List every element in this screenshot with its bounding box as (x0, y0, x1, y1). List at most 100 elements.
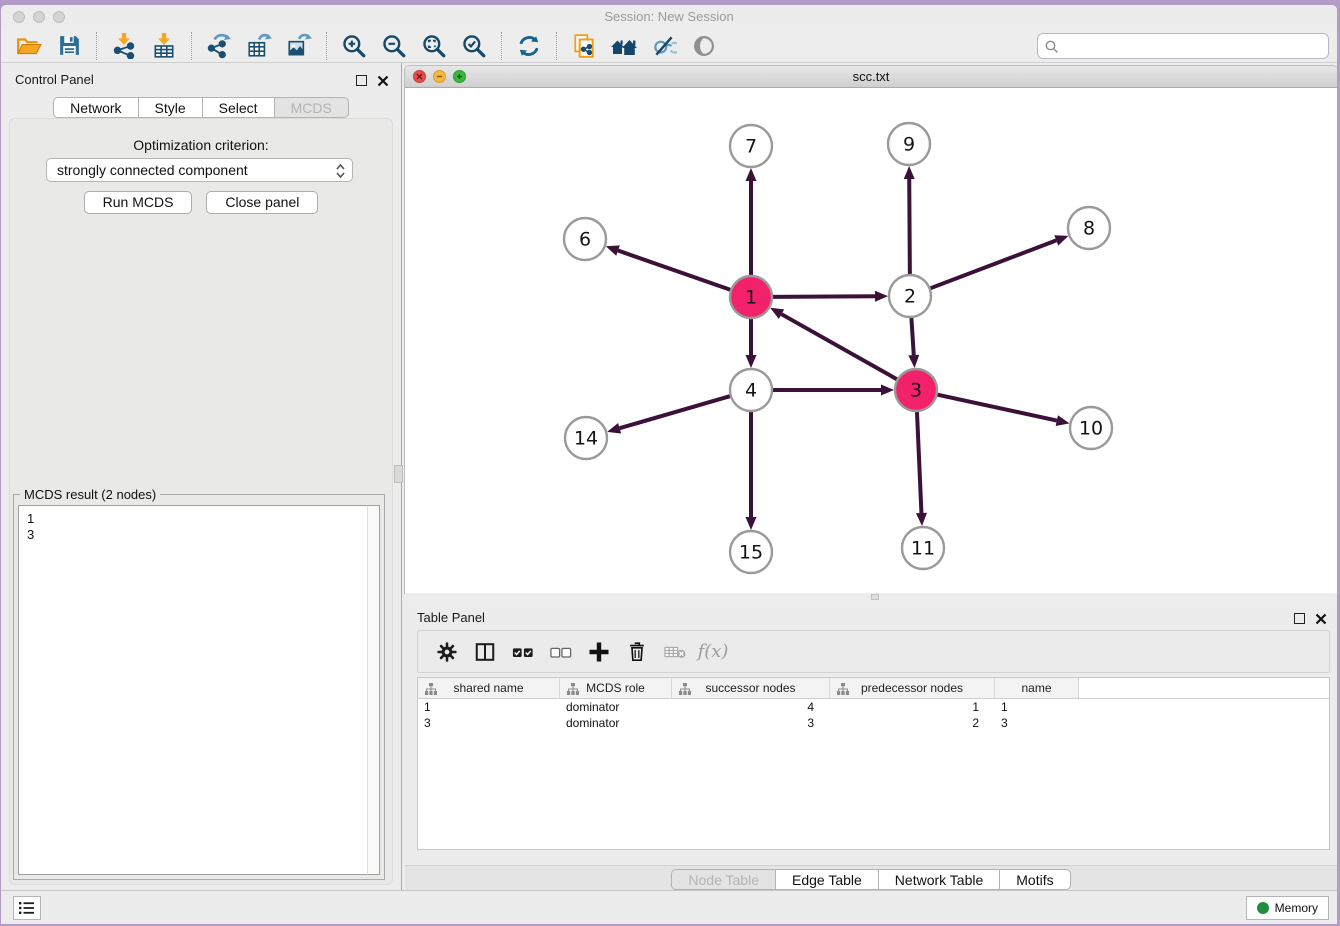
task-history-button[interactable] (13, 896, 41, 920)
graph-node-label: 11 (911, 538, 935, 560)
graph-node-label: 9 (903, 134, 915, 156)
graph-edge-1-6[interactable] (618, 251, 730, 290)
tab-network-table[interactable]: Network Table (879, 869, 1000, 890)
network-canvas[interactable]: 7968124314101511 (405, 88, 1337, 593)
mcds-result-fieldset: MCDS result (2 nodes) 1 3 (13, 494, 385, 880)
open-session-icon[interactable] (14, 31, 44, 61)
export-table-icon[interactable] (244, 31, 274, 61)
deselect-all-icon[interactable] (544, 635, 578, 669)
network-graph[interactable]: 7968124314101511 (405, 88, 1337, 593)
table-header: shared name MCDS role successor nodes pr… (418, 678, 1329, 699)
graph-edge-arrow (908, 355, 919, 368)
toolbar-separator (326, 32, 327, 60)
tab-mcds[interactable]: MCDS (275, 97, 349, 118)
mcds-result-text[interactable]: 1 3 (18, 505, 380, 875)
memory-label: Memory (1275, 901, 1318, 915)
table-row[interactable]: 3 dominator 3 2 3 (418, 715, 1329, 731)
column-header-name[interactable]: name (995, 678, 1079, 698)
zoom-out-icon[interactable] (379, 31, 409, 61)
copy-network-icon[interactable] (569, 31, 599, 61)
graph-edge-4-14[interactable] (620, 396, 730, 428)
network-window-titlebar[interactable]: scc.txt (405, 66, 1337, 88)
graph-edge-arrow (916, 513, 927, 526)
column-header-successor-nodes[interactable]: successor nodes (672, 678, 830, 698)
gear-icon[interactable] (430, 635, 464, 669)
graph-node-label: 4 (745, 380, 757, 402)
close-panel-icon[interactable] (377, 75, 389, 87)
run-mcds-button[interactable]: Run MCDS (84, 191, 193, 214)
tab-network[interactable]: Network (53, 97, 138, 118)
graph-edge-arrow (606, 245, 620, 255)
graph-edge-2-8[interactable] (931, 240, 1057, 288)
horizontal-splitter[interactable] (405, 593, 1337, 601)
mcds-buttons: Run MCDS Close panel (9, 191, 393, 214)
fx-label: f(x) (698, 641, 729, 662)
graph-edge-3-1[interactable] (781, 314, 896, 379)
column-header-shared-name[interactable]: shared name (418, 678, 560, 698)
trash-icon[interactable] (620, 635, 654, 669)
search-input[interactable] (1064, 36, 1322, 56)
hide-glasses-icon[interactable] (649, 31, 679, 61)
criterion-select[interactable]: strongly connected component (46, 158, 353, 182)
import-network-icon[interactable] (109, 31, 139, 61)
import-table-icon[interactable] (149, 31, 179, 61)
control-panel: Control Panel Network Style Select MCDS … (1, 63, 401, 890)
graph-node-label: 3 (910, 380, 922, 402)
show-eye-icon[interactable] (689, 31, 719, 61)
save-session-icon[interactable] (54, 31, 84, 61)
graph-node-label: 8 (1083, 218, 1095, 240)
main-toolbar (1, 29, 1337, 63)
zoom-in-icon[interactable] (339, 31, 369, 61)
graph-node-label: 15 (739, 542, 763, 564)
graph-edge-1-2[interactable] (773, 296, 875, 297)
column-header-predecessor-nodes[interactable]: predecessor nodes (830, 678, 995, 698)
table-tabs: Node Table Edge Table Network Table Moti… (405, 865, 1337, 893)
list-icon (19, 901, 35, 915)
graph-edge-arrow (746, 517, 757, 530)
tab-select[interactable]: Select (203, 97, 275, 118)
home-icon[interactable] (609, 31, 639, 61)
tab-edge-table[interactable]: Edge Table (776, 869, 879, 890)
export-network-icon[interactable] (204, 31, 234, 61)
mcds-result-scrollbar[interactable] (367, 505, 380, 875)
graph-node-label: 10 (1079, 418, 1103, 440)
column-header-mcds-role[interactable]: MCDS role (560, 678, 672, 698)
splitter-grip[interactable] (394, 465, 403, 483)
toolbar-separator (191, 32, 192, 60)
tab-motifs[interactable]: Motifs (1000, 869, 1070, 890)
graph-node-label: 7 (745, 136, 757, 158)
memory-button[interactable]: Memory (1246, 896, 1329, 920)
add-icon[interactable] (582, 635, 616, 669)
export-image-icon[interactable] (284, 31, 314, 61)
close-panel-button[interactable]: Close panel (206, 191, 318, 214)
graph-edge-arrow (904, 166, 915, 179)
function-builder-icon[interactable]: f(x) (696, 635, 730, 669)
memory-status-icon (1257, 902, 1269, 914)
select-all-icon[interactable] (506, 635, 540, 669)
zoom-selected-icon[interactable] (459, 31, 489, 61)
float-panel-icon[interactable] (356, 75, 367, 86)
splitter-grip[interactable] (871, 594, 879, 600)
float-panel-icon[interactable] (1294, 613, 1305, 624)
mcds-panel: Optimization criterion: strongly connect… (9, 118, 393, 885)
graph-node-label: 14 (574, 428, 598, 450)
tab-style[interactable]: Style (139, 97, 203, 118)
status-bar: Memory (1, 890, 1337, 924)
mcds-result-title: MCDS result (2 nodes) (20, 487, 160, 502)
graph-edge-3-11[interactable] (917, 412, 921, 513)
table-row[interactable]: 1 dominator 4 1 1 (418, 699, 1329, 715)
criterion-value: strongly connected component (57, 162, 248, 178)
graph-edge-3-10[interactable] (937, 395, 1056, 421)
graph-edge-2-9[interactable] (909, 179, 910, 274)
table-panel: Table Panel (405, 601, 1337, 890)
app-window: Session: New Session (1, 5, 1337, 924)
table-toolbar: f(x) (417, 630, 1330, 673)
graph-edge-2-3[interactable] (911, 318, 913, 355)
delete-table-icon[interactable] (658, 635, 692, 669)
zoom-fit-icon[interactable] (419, 31, 449, 61)
close-panel-icon[interactable] (1315, 613, 1327, 625)
refresh-layout-icon[interactable] (514, 31, 544, 61)
graph-node-label: 2 (904, 286, 916, 308)
tab-node-table[interactable]: Node Table (671, 869, 776, 890)
split-panel-icon[interactable] (468, 635, 502, 669)
